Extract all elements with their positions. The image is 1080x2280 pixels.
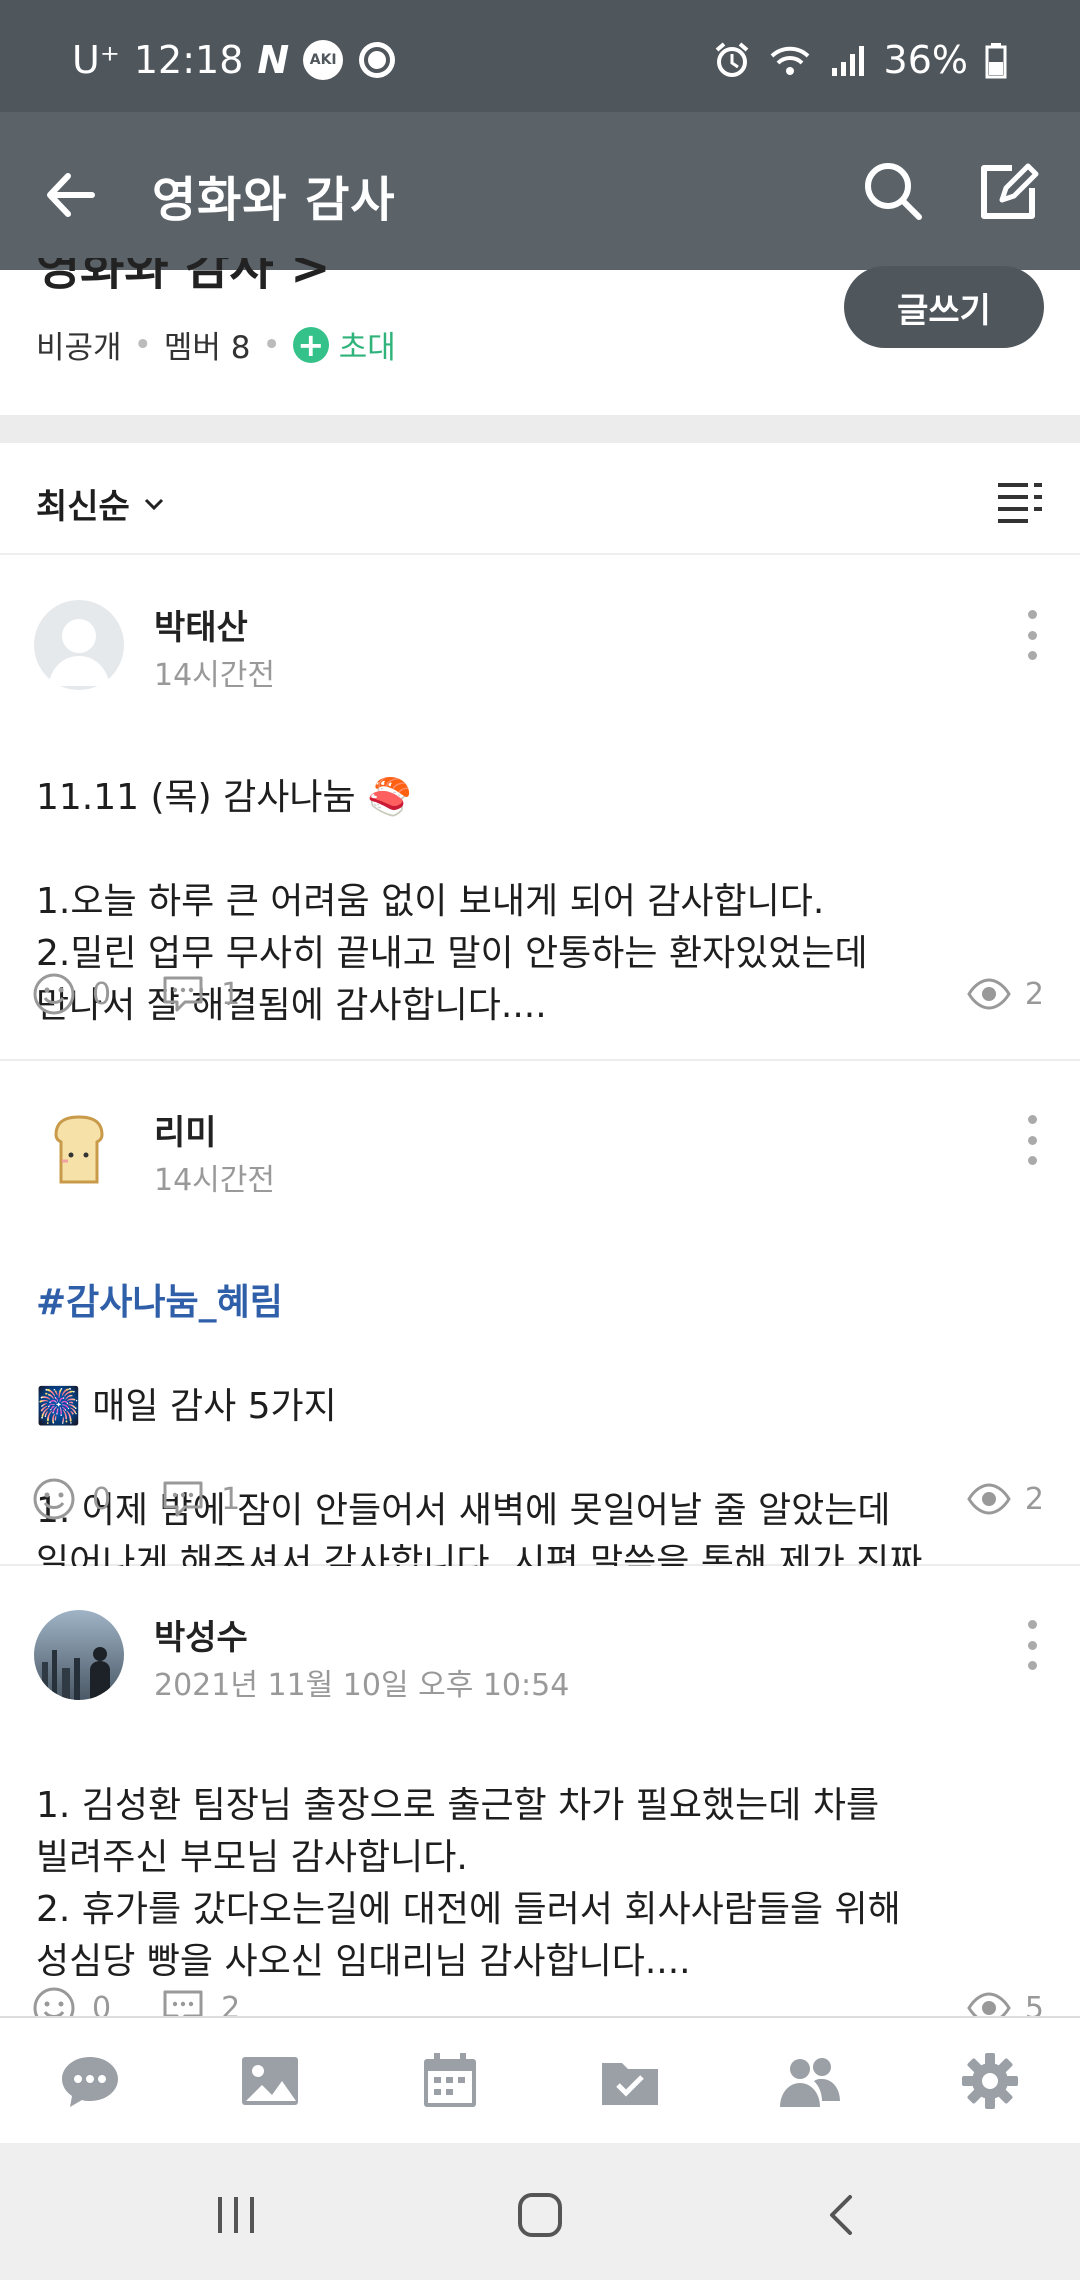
view-count-area: 5 [967,1986,1044,2016]
like-action[interactable]: 0 [32,1986,111,2016]
plus-icon[interactable]: + [292,326,329,364]
hashtag-link[interactable]: #감사나눔_혜림 [36,1277,1044,1329]
carrier-label: U⁺ [72,38,120,82]
eye-icon [967,1992,1011,2016]
sort-bar: 최신순 [0,443,1080,555]
separator-dot: • [262,326,281,363]
signal-icon [828,40,868,80]
eye-icon [967,978,1011,1010]
avatar[interactable] [34,1105,124,1195]
member-count[interactable]: 멤버 8 [164,322,251,367]
bottom-nav [0,2016,1080,2143]
members-icon[interactable] [778,2049,842,2113]
section-divider [0,415,1080,443]
sort-label: 최신순 [36,487,130,527]
more-options-icon[interactable] [1024,1115,1040,1165]
band-title[interactable]: 영화와 감사 > [36,258,330,294]
comment-count: 1 [221,976,241,1012]
chevron-down-icon [144,498,163,510]
wifi-icon [768,40,812,80]
comment-icon [163,976,203,1012]
comment-action[interactable]: 1 [161,1477,240,1521]
comment-count: 1 [221,1481,241,1517]
post-author[interactable]: 박태산 [154,600,248,649]
settings-gear-icon[interactable] [958,2049,1022,2113]
comment-action[interactable]: 2 [161,1986,240,2016]
photo-album-icon[interactable] [238,2049,302,2113]
smiley-icon [33,973,75,1015]
invite-link[interactable]: 초대 [339,322,396,367]
search-icon[interactable] [858,156,928,226]
home-icon[interactable] [516,2191,564,2239]
status-bar: U⁺ 12:18 N AKI 36% [0,0,1080,112]
view-count: 2 [1024,1481,1044,1517]
like-count: 0 [92,1990,112,2017]
like-count: 0 [92,976,112,1012]
like-action[interactable]: 0 [32,972,111,1016]
post-time: 2021년 11월 10일 오후 10:54 [154,1668,570,1703]
battery-icon [984,40,1008,80]
privacy-label: 비공개 [36,330,122,366]
post-author[interactable]: 박성수 [154,1610,248,1659]
smiley-icon [33,1987,75,2016]
avatar[interactable] [34,600,124,690]
compose-icon[interactable] [972,156,1042,226]
more-options-icon[interactable] [1024,1620,1040,1670]
comment-icon [163,1481,203,1517]
post-first-line: 🎆 매일 감사 5가지 [36,1386,337,1427]
battery-percent: 36% [883,38,968,82]
post-text: 1. 김성환 팀장님 출장으로 출근할 차가 필요했는데 차를 빌려주신 부모님… [36,1785,901,1982]
aki-badge-icon: AKI [303,40,344,80]
app-bar: 영화와 감사 [0,112,1080,270]
post-author[interactable]: 리미 [154,1105,217,1154]
naver-n-icon: N [257,38,290,82]
view-count: 5 [1024,1990,1044,2017]
post-first-line: 11.11 (목) 감사나눔 🍣 [36,777,412,818]
band-header: 영화와 감사 > 비공개 • 멤버 8 • + 초대 글쓰기 [0,258,1080,415]
system-back-icon[interactable] [818,2191,866,2239]
file-folder-icon[interactable] [598,2049,662,2113]
separator-dot: • [133,326,152,363]
system-nav-bar [0,2143,1080,2280]
post-actions: 0 1 [32,1477,290,1521]
post-body[interactable]: 11.11 (목) 감사나눔 🍣 1.오늘 하루 큰 어려움 없이 보내게 되어… [36,720,1044,1084]
write-post-button[interactable]: 글쓰기 [844,266,1044,348]
post-actions: 0 1 [32,972,290,1016]
band-meta: 비공개 • 멤버 8 • + 초대 [36,322,396,367]
sort-dropdown[interactable]: 최신순 [36,479,168,528]
view-count-area: 2 [967,972,1044,1016]
eye-icon [967,1483,1011,1515]
post-body[interactable]: 1. 김성환 팀장님 출장으로 출근할 차가 필요했는데 차를 빌려주신 부모님… [36,1728,1044,2016]
shield-app-icon [357,40,397,80]
like-action[interactable]: 0 [32,1477,111,1521]
more-options-icon[interactable] [1024,610,1040,660]
post-card[interactable]: 박태산 14시간전 11.11 (목) 감사나눔 🍣 1.오늘 하루 큰 어려움… [0,556,1080,1061]
page-title: 영화와 감사 [152,172,396,228]
view-count: 2 [1024,976,1044,1012]
clock: 12:18 [133,38,244,82]
post-time: 14시간전 [154,1163,275,1198]
post-time: 14시간전 [154,658,275,693]
recent-apps-icon[interactable] [212,2191,260,2239]
avatar[interactable] [34,1610,124,1700]
alarm-icon [712,40,752,80]
comment-action[interactable]: 1 [161,972,240,1016]
view-count-area: 2 [967,1477,1044,1521]
post-card[interactable]: 박성수 2021년 11월 10일 오후 10:54 1. 김성환 팀장님 출장… [0,1566,1080,2016]
comment-icon [163,1990,203,2016]
list-view-icon[interactable] [996,475,1044,523]
smiley-icon [33,1478,75,1520]
calendar-icon[interactable] [418,2049,482,2113]
post-actions: 0 2 [32,1986,290,2016]
back-arrow-icon[interactable] [36,160,106,230]
post-card[interactable]: 리미 14시간전 #감사나눔_혜림 🎆 매일 감사 5가지 1. 어제 밤에 잠… [0,1061,1080,1583]
like-count: 0 [92,1481,112,1517]
comment-count: 2 [221,1990,241,2017]
chat-icon[interactable] [58,2049,122,2113]
